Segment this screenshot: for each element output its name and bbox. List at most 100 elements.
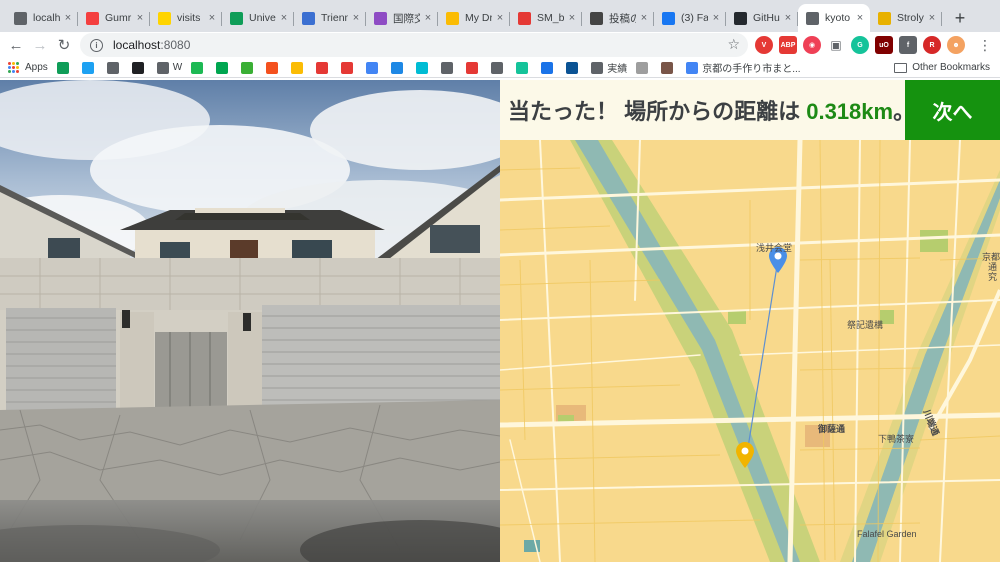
bookmark-item[interactable] — [541, 61, 557, 74]
other-bookmarks[interactable]: Other Bookmarks — [894, 62, 990, 73]
grammarly-icon[interactable]: G — [851, 36, 869, 54]
extension-red-icon[interactable]: R — [923, 36, 941, 54]
close-icon[interactable]: × — [62, 12, 74, 24]
bookmark-icon — [441, 61, 454, 74]
map-label: 浅井会堂 — [756, 243, 793, 253]
bookmark-label: Apps — [25, 62, 48, 73]
vivaldi-icon[interactable]: V — [755, 36, 773, 54]
adblock-icon[interactable]: ABP — [779, 36, 797, 54]
tab-2[interactable]: visits × — [150, 4, 222, 32]
distance-value: 0.318km — [806, 99, 894, 124]
close-icon[interactable]: × — [134, 12, 146, 24]
pocket-icon[interactable]: ◉ — [803, 36, 821, 54]
close-icon[interactable]: × — [854, 12, 866, 24]
reload-button[interactable]: ↻ — [52, 33, 76, 57]
circle-icon — [302, 11, 315, 25]
tab-title: 国際交 — [393, 12, 420, 25]
bookmark-icon — [686, 61, 699, 74]
close-icon[interactable]: × — [710, 12, 722, 24]
bookmark-item[interactable] — [416, 61, 432, 74]
bookmark-icon — [216, 61, 229, 74]
tab-9[interactable]: (3) Fa × — [654, 4, 726, 32]
tab-4[interactable]: Trienn × — [294, 4, 366, 32]
street-view-image[interactable] — [0, 80, 500, 562]
facebook-container-icon[interactable]: f — [899, 36, 917, 54]
tab-11[interactable]: kyoto × — [798, 4, 870, 32]
new-tab-button[interactable]: + — [946, 4, 974, 32]
bookmark-item[interactable]: Apps — [8, 61, 48, 74]
tab-title: Trienn — [321, 12, 348, 24]
game-content: 当たった！ 場所からの距離は 0.318km。 次へ — [0, 80, 1000, 562]
next-button[interactable]: 次へ — [905, 80, 1000, 140]
close-icon[interactable]: × — [422, 12, 434, 24]
bookmark-item[interactable] — [341, 61, 357, 74]
close-icon[interactable]: × — [206, 12, 218, 24]
bookmark-icon — [266, 61, 279, 74]
bookmark-item[interactable] — [391, 61, 407, 74]
bookmark-item[interactable]: 実績 — [591, 60, 627, 75]
info-icon[interactable]: i — [90, 38, 103, 52]
wordpress-icon — [590, 11, 603, 25]
bookmark-item[interactable] — [466, 61, 482, 74]
bookmark-item[interactable] — [81, 61, 98, 74]
close-icon[interactable]: × — [566, 12, 578, 24]
guess-marker[interactable] — [735, 441, 755, 469]
tab-title: (3) Fa — [681, 12, 708, 24]
close-icon[interactable]: × — [494, 12, 506, 24]
map-canvas[interactable] — [500, 140, 1000, 562]
bookmark-item[interactable] — [661, 61, 677, 74]
bookmark-item[interactable] — [291, 61, 307, 74]
map-label: 究 — [988, 272, 998, 282]
folder-icon — [894, 62, 908, 73]
tab-6[interactable]: My Dr × — [438, 4, 510, 32]
bookmark-item[interactable] — [106, 61, 123, 74]
bookmark-item[interactable] — [241, 61, 257, 74]
back-button[interactable]: ← — [4, 33, 28, 57]
bookmark-item[interactable] — [491, 61, 507, 74]
bookmark-icon — [566, 61, 579, 74]
bookmark-item[interactable] — [316, 61, 332, 74]
bookmark-icon — [316, 61, 329, 74]
url-text[interactable]: localhost:8080 — [113, 38, 190, 52]
tab-8[interactable]: 投稿の × — [582, 4, 654, 32]
tab-12[interactable]: Stroly × — [870, 4, 942, 32]
result-message: 当たった！ 場所からの距離は 0.318km。 — [500, 94, 915, 126]
close-icon[interactable]: × — [350, 12, 362, 24]
ublock-icon[interactable]: uO — [875, 36, 893, 54]
bookmark-item[interactable]: W — [156, 61, 182, 74]
tab-5[interactable]: 国際交 × — [366, 4, 438, 32]
bookmark-label: 京都の手作り市まと... — [702, 64, 801, 75]
bookmark-item[interactable] — [441, 61, 457, 74]
close-icon[interactable]: × — [926, 12, 938, 24]
tab-3[interactable]: Univer× — [222, 4, 294, 32]
bookmark-item[interactable] — [56, 61, 73, 74]
bookmark-icon — [416, 61, 429, 74]
menu-icon[interactable]: ⋮ — [978, 37, 992, 54]
close-icon[interactable]: × — [638, 12, 650, 24]
bookmark-star-icon[interactable]: ☆ — [727, 36, 740, 53]
bookmark-item[interactable] — [266, 61, 282, 74]
address-bar[interactable]: i localhost:8080 ☆ — [80, 33, 748, 57]
bookmark-item[interactable] — [191, 61, 207, 74]
forward-button[interactable]: → — [28, 33, 52, 57]
tab-1[interactable]: Gumr × — [78, 4, 150, 32]
tab-10[interactable]: GitHu × — [726, 4, 798, 32]
map[interactable]: 浅井会堂 祭記遺構 御薩通 下鴨茶寮 川端通 京都 通 究 Falafel Ga… — [500, 140, 1000, 562]
bookmark-item[interactable]: 京都の手作り市まと... — [686, 60, 801, 75]
bookmark-item[interactable] — [366, 61, 382, 74]
bookmark-icon — [191, 61, 204, 74]
bookmark-item[interactable] — [566, 61, 582, 74]
tab-7[interactable]: SM_b × — [510, 4, 582, 32]
tab-0[interactable]: localh × — [6, 4, 78, 32]
camera-icon[interactable]: ▣ — [827, 36, 845, 54]
close-icon[interactable]: × — [782, 12, 794, 24]
street-view-panorama[interactable] — [0, 80, 500, 562]
avatar[interactable]: ☻ — [947, 36, 965, 54]
bookmark-item[interactable] — [216, 61, 232, 74]
close-icon[interactable]: × — [278, 12, 290, 24]
bookmark-icon — [81, 61, 94, 74]
bookmark-item[interactable] — [131, 61, 148, 74]
bookmark-item[interactable] — [516, 61, 532, 74]
bookmark-item[interactable] — [636, 61, 652, 74]
shield-icon — [374, 11, 387, 25]
